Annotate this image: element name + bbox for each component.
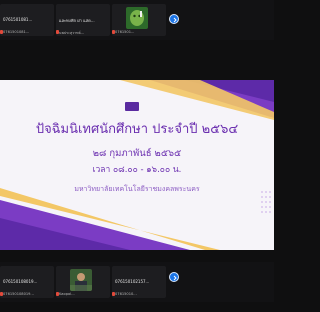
participant-strip-top: 0761501081... 0761501081... และทงฟัก ฝา … <box>0 0 274 40</box>
participant-strip-bottom: 076150108019... 076150108019... Kaopol..… <box>0 262 274 302</box>
participant-name: 0761501... <box>115 30 135 34</box>
participant-name: Kaopol... <box>59 292 75 296</box>
participant-name: นพประสุวาทธ์... <box>59 31 85 35</box>
mic-muted-icon <box>112 30 115 34</box>
slide-title: ปัจฉิมนิเทศนักศึกษา ประจำปี ๒๕๖๔ <box>35 122 239 137</box>
slide-date: ๒๘ กุมภาพันธ์ ๒๕๖๕ <box>92 148 182 159</box>
next-page-button[interactable] <box>169 14 179 24</box>
participant-title: และทงฟัก ฝา แสด... <box>59 18 95 23</box>
participant-tile[interactable]: 0761501... <box>112 4 166 36</box>
mic-muted-icon <box>56 292 59 296</box>
chevron-right-icon <box>173 17 177 23</box>
participant-tile[interactable]: 076150108019... 076150108019... <box>0 266 54 298</box>
chevron-right-icon <box>173 275 177 281</box>
participant-name: 076150108019... <box>3 292 34 296</box>
participant-title: 076150102157... <box>115 279 150 284</box>
participant-name: 0761501081... <box>3 30 30 34</box>
participant-tile[interactable]: และทงฟัก ฝา แสด... นพประสุวาทธ์... <box>56 4 110 36</box>
slide-time: เวลา ๐๘.๐๐ - ๑๖.๐๐ น. <box>92 165 182 175</box>
mic-muted-icon <box>56 30 59 34</box>
participant-tile[interactable]: Kaopol... <box>56 266 110 298</box>
participant-title: 0761501081... <box>3 17 33 22</box>
avatar <box>126 7 148 29</box>
next-page-button[interactable] <box>169 272 179 282</box>
participant-tile[interactable]: 0761501081... 0761501081... <box>0 4 54 36</box>
mic-muted-icon <box>112 292 115 296</box>
participant-name: 07615010... <box>115 292 137 296</box>
mic-muted-icon <box>0 292 3 296</box>
university-logo <box>125 102 139 111</box>
avatar <box>70 269 92 291</box>
slide-university: มหาวิทยาลัยเทคโนโลยีราชมงคลพระนคร <box>74 185 200 193</box>
participant-tile[interactable]: 076150102157... 07615010... <box>112 266 166 298</box>
participant-title: 076150108019... <box>3 279 38 284</box>
shared-slide: ปัจฉิมนิเทศนักศึกษา ประจำปี ๒๕๖๔ ๒๘ กุมภ… <box>0 80 274 250</box>
mic-muted-icon <box>0 30 3 34</box>
